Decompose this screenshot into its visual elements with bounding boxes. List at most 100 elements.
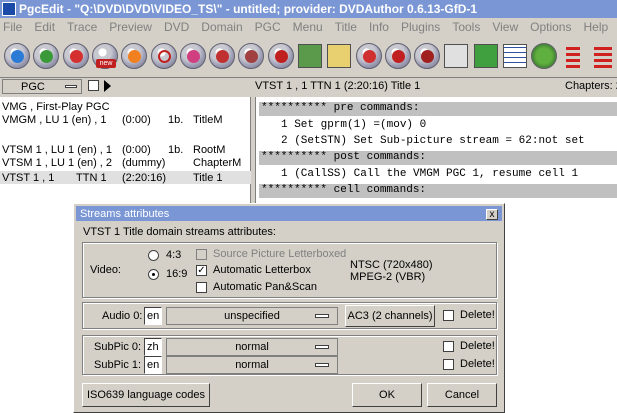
- menu-plugins[interactable]: Plugins: [395, 20, 446, 34]
- video-label: Video:: [90, 264, 121, 276]
- window-title: PgcEdit - "Q:\DVD\DVD\VIDEO_TS\" - untit…: [19, 2, 478, 16]
- aspect-169-label: 16:9: [166, 268, 188, 280]
- audio0-label: Audio 0:: [102, 310, 143, 322]
- script-icon[interactable]: [296, 41, 324, 71]
- pgc-ttn: TTN 1: [76, 171, 107, 184]
- grid-icon[interactable]: [501, 41, 529, 71]
- menu-preview[interactable]: Preview: [103, 20, 158, 34]
- menu-tools[interactable]: Tools: [446, 20, 486, 34]
- pgc-combo[interactable]: PGC: [2, 79, 82, 94]
- aspect-43-label: 4:3: [166, 249, 182, 261]
- pgc-checkbox[interactable]: [88, 80, 99, 91]
- dvd-fire-icon[interactable]: [120, 41, 148, 71]
- menu-bar: File Edit Trace Preview DVD Domain PGC M…: [0, 18, 617, 36]
- menu-trace[interactable]: Trace: [61, 20, 103, 34]
- combo-bar-icon: [65, 85, 77, 88]
- pre-commands-header: ********** pre commands:: [259, 102, 617, 116]
- subpic1-delete-label: Delete!: [460, 358, 495, 370]
- subpic1-delete-checkbox[interactable]: [443, 359, 454, 370]
- subpic0-lang-field[interactable]: zh: [144, 338, 162, 356]
- dvd-checkmark-icon[interactable]: [354, 41, 382, 71]
- dvd-open-icon[interactable]: [3, 41, 31, 71]
- audio0-format-button[interactable]: AC3 (2 channels): [345, 305, 435, 327]
- app-icon[interactable]: [2, 2, 16, 16]
- menu-view[interactable]: View: [486, 20, 524, 34]
- dvd-new-icon[interactable]: new: [91, 41, 119, 71]
- subpic1-label: SubPic 1:: [94, 359, 142, 371]
- subpic1-lang-field[interactable]: en: [144, 356, 162, 374]
- play-icon[interactable]: [472, 41, 500, 71]
- dvd-tools-icon[interactable]: [208, 41, 236, 71]
- auto-panscan-label: Automatic Pan&Scan: [213, 281, 317, 293]
- film-icon[interactable]: [530, 41, 558, 71]
- audio0-delete-label: Delete!: [460, 309, 495, 321]
- audio0-extension-combo[interactable]: unspecified: [166, 307, 338, 325]
- menu-menu[interactable]: Menu: [287, 20, 329, 34]
- audio0-lang-field[interactable]: en: [144, 307, 162, 325]
- ok-button[interactable]: OK: [352, 383, 422, 407]
- play-triangle-icon[interactable]: [104, 80, 111, 92]
- combo-bar-icon: [315, 363, 329, 367]
- menu-title[interactable]: Title: [329, 20, 363, 34]
- subpic0-label: SubPic 0:: [94, 341, 142, 353]
- video-standard: NTSC (720x480): [350, 259, 433, 271]
- menu-dvd[interactable]: DVD: [158, 20, 195, 34]
- pgc-list-item[interactable]: VTSM 1 , LU 1 (en) , 1 (0:00) 1b. RootM: [0, 143, 251, 156]
- toolbar: new: [0, 37, 617, 75]
- combo-bar-icon: [315, 345, 329, 349]
- dvd-undo-icon[interactable]: [62, 41, 90, 71]
- auto-panscan-checkbox[interactable]: [196, 282, 207, 293]
- dvd-id-icon[interactable]: [413, 41, 441, 71]
- pgc-duration: (2:20:16): [122, 171, 167, 184]
- cell-commands-header: ********** cell commands:: [259, 184, 617, 198]
- menu-help[interactable]: Help: [577, 20, 614, 34]
- menu-pgc[interactable]: PGC: [249, 20, 287, 34]
- auto-letterbox-checkbox[interactable]: ✓: [196, 265, 207, 276]
- menu-options[interactable]: Options: [524, 20, 577, 34]
- dvd-pgc-icon[interactable]: [179, 41, 207, 71]
- pgc-entry: 1b.: [168, 113, 184, 126]
- pgc-list-item[interactable]: VMG , First-Play PGC: [0, 100, 251, 113]
- menu-info[interactable]: Info: [363, 20, 395, 34]
- subpic1-extension-combo[interactable]: normal: [166, 356, 338, 374]
- audio0-delete-checkbox[interactable]: [443, 310, 454, 321]
- pgc-duration: (dummy): [122, 156, 166, 169]
- dvd-check-icon[interactable]: [237, 41, 265, 71]
- aspect-43-radio[interactable]: [148, 250, 159, 261]
- pgc-label: RootM: [193, 143, 226, 156]
- pre-command-line[interactable]: 2 (SetSTN) Set Sub-picture stream = 62:n…: [281, 135, 585, 149]
- menu-domain[interactable]: Domain: [195, 20, 248, 34]
- combo-bar-icon: [315, 314, 329, 318]
- pgc-list-item[interactable]: VTSM 1 , LU 1 (en) , 2 (dummy) ChapterM: [0, 156, 251, 169]
- list-delete-icon[interactable]: [589, 41, 617, 71]
- subpic0-extension-combo[interactable]: normal: [166, 338, 338, 356]
- subtitle-icon[interactable]: [442, 41, 470, 71]
- source-letterboxed-checkbox[interactable]: [196, 249, 207, 260]
- pgc-domain: VMG , First-Play PGC: [2, 100, 110, 113]
- dvd-save-icon[interactable]: [32, 41, 60, 71]
- cancel-button[interactable]: Cancel: [427, 383, 497, 407]
- menu-file[interactable]: File: [0, 20, 28, 34]
- pgc-duration: (0:00): [122, 113, 151, 126]
- iso639-codes-button[interactable]: ISO639 language codes: [82, 383, 210, 407]
- pgc-label: ChapterM: [193, 156, 242, 169]
- dvd-tick-icon[interactable]: [384, 41, 412, 71]
- pgc-duration: (0:00): [122, 143, 151, 156]
- script-open-icon[interactable]: [325, 41, 353, 71]
- aspect-169-radio[interactable]: [148, 269, 159, 280]
- dvd-search-icon[interactable]: [149, 41, 177, 71]
- subpic0-delete-checkbox[interactable]: [443, 341, 454, 352]
- post-command-line[interactable]: 1 (CallSS) Call the VMGM PGC 1, resume c…: [281, 168, 578, 182]
- list-icon[interactable]: [559, 41, 587, 71]
- pgc-domain: VTST 1 , 1: [2, 171, 55, 184]
- title-bar: PgcEdit - "Q:\DVD\DVD\VIDEO_TS\" - untit…: [0, 0, 617, 18]
- pgc-list-item[interactable]: VMGM , LU 1 (en) , 1 (0:00) 1b. TitleM: [0, 113, 251, 126]
- pre-command-line[interactable]: 1 Set gprm(1) =(mov) 0: [281, 119, 426, 133]
- pgc-label: TitleM: [193, 113, 223, 126]
- audio0-extension-value: unspecified: [224, 310, 280, 322]
- menu-edit[interactable]: Edit: [28, 20, 61, 34]
- dvd-ok-icon[interactable]: [267, 41, 295, 71]
- streams-attributes-dialog: Streams attributes x VTST 1 Title domain…: [73, 203, 505, 413]
- close-icon[interactable]: x: [486, 209, 498, 220]
- pgc-list-item-selected[interactable]: VTST 1 , 1 TTN 1 (2:20:16) Title 1: [0, 171, 251, 184]
